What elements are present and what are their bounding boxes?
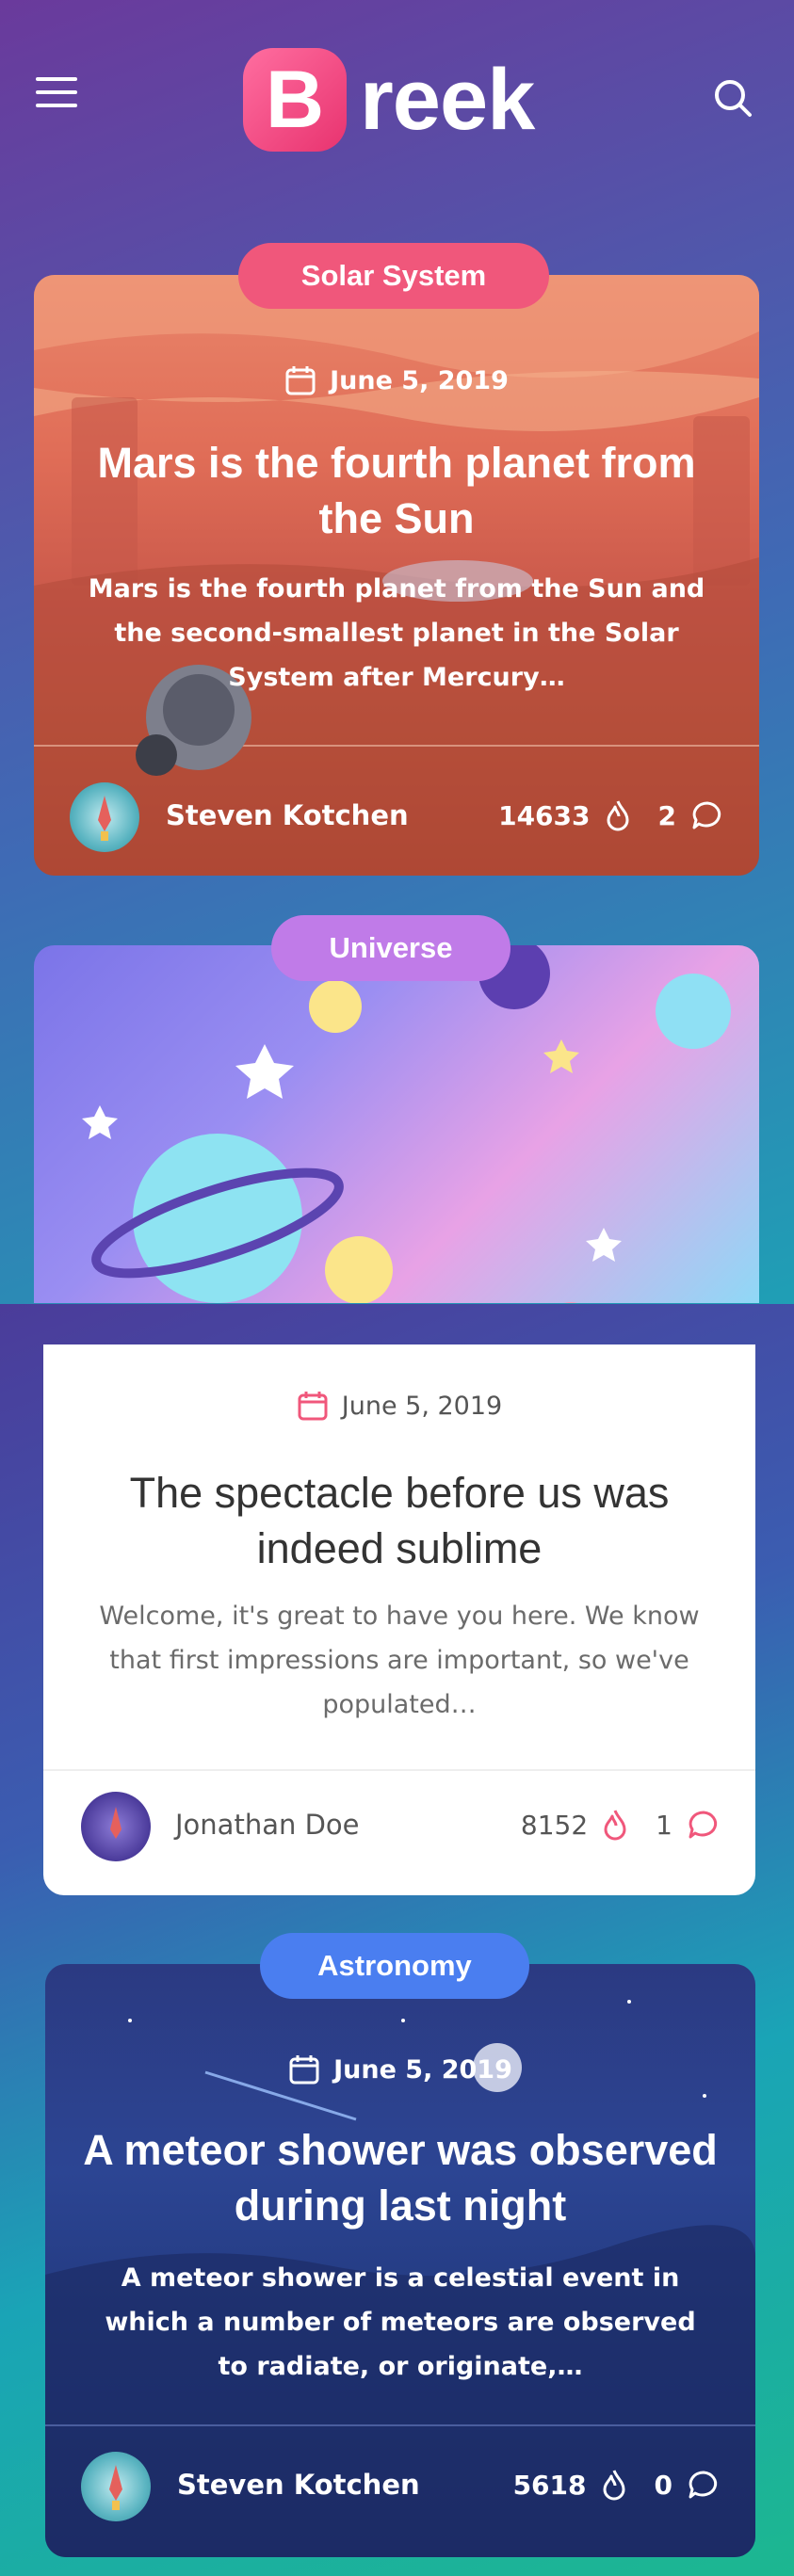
post-title[interactable]: The spectacle before us was indeed subli… [81,1465,718,1576]
post-image[interactable] [34,945,759,1303]
post-stats: 5618 0 [513,2469,720,2501]
post-stats: 14633 2 [498,799,723,831]
category-tag[interactable]: Universe [271,915,510,981]
calendar-icon [289,2055,319,2085]
logo-badge: B [243,48,347,152]
category-tag[interactable]: Solar System [238,243,549,309]
post-footer: Jonathan Doe 8152 1 [43,1771,755,1884]
flame-icon[interactable] [602,2469,626,2501]
likes-count: 5618 [512,2469,587,2501]
comments-count: 0 [654,2469,672,2501]
post-footer: Steven Kotchen 14633 2 [34,758,759,871]
flame-icon[interactable] [603,1809,627,1841]
post-excerpt: A meteor shower is a celestial event in … [105,2263,696,2381]
search-button[interactable] [712,77,753,119]
post-date: June 5, 2019 [341,1391,503,1421]
comment-icon[interactable] [688,1810,720,1840]
calendar-icon [298,1392,328,1421]
calendar-icon [285,366,316,395]
likes-count: 14633 [498,799,591,831]
search-icon [715,80,752,117]
avatar[interactable] [70,782,139,852]
post-card[interactable]: June 5, 2019 A meteor shower was observe… [45,1964,755,2557]
avatar[interactable] [81,1792,151,1861]
post-stats: 8152 1 [521,1809,720,1841]
flame-icon[interactable] [606,799,630,831]
hamburger-icon [36,77,77,81]
post-excerpt: Mars is the fourth planet from the Sun a… [88,574,705,692]
likes-count: 8152 [520,1809,589,1841]
comments-count: 2 [657,799,676,831]
avatar[interactable] [81,2452,151,2521]
post-card[interactable]: June 5, 2019 Mars is the fourth planet f… [34,275,759,876]
comments-count: 1 [656,1809,672,1841]
category-tag[interactable]: Astronomy [260,1933,529,1999]
author-name[interactable]: Steven Kotchen [177,2469,420,2501]
author-name[interactable]: Steven Kotchen [166,799,409,831]
author-name[interactable]: Jonathan Doe [175,1809,359,1841]
space-illustration [82,945,731,1303]
logo-text: reek [360,51,535,148]
menu-button[interactable] [36,77,77,113]
post-date: June 5, 2019 [330,365,509,395]
post-date: June 5, 2019 [333,2054,512,2085]
post-footer: Steven Kotchen 5618 0 [45,2427,755,2540]
site-logo[interactable]: B reek [243,45,535,154]
post-excerpt: Welcome, it's great to have you here. We… [99,1602,700,1719]
comment-icon[interactable] [691,800,723,830]
post-card[interactable]: June 5, 2019 The spectacle before us was… [43,1344,755,1895]
post-title[interactable]: Mars is the fourth planet from the Sun [72,435,721,546]
site-header: B reek [0,0,794,198]
post-title[interactable]: A meteor shower was observed during last… [83,2122,718,2233]
comment-icon[interactable] [688,2470,720,2500]
